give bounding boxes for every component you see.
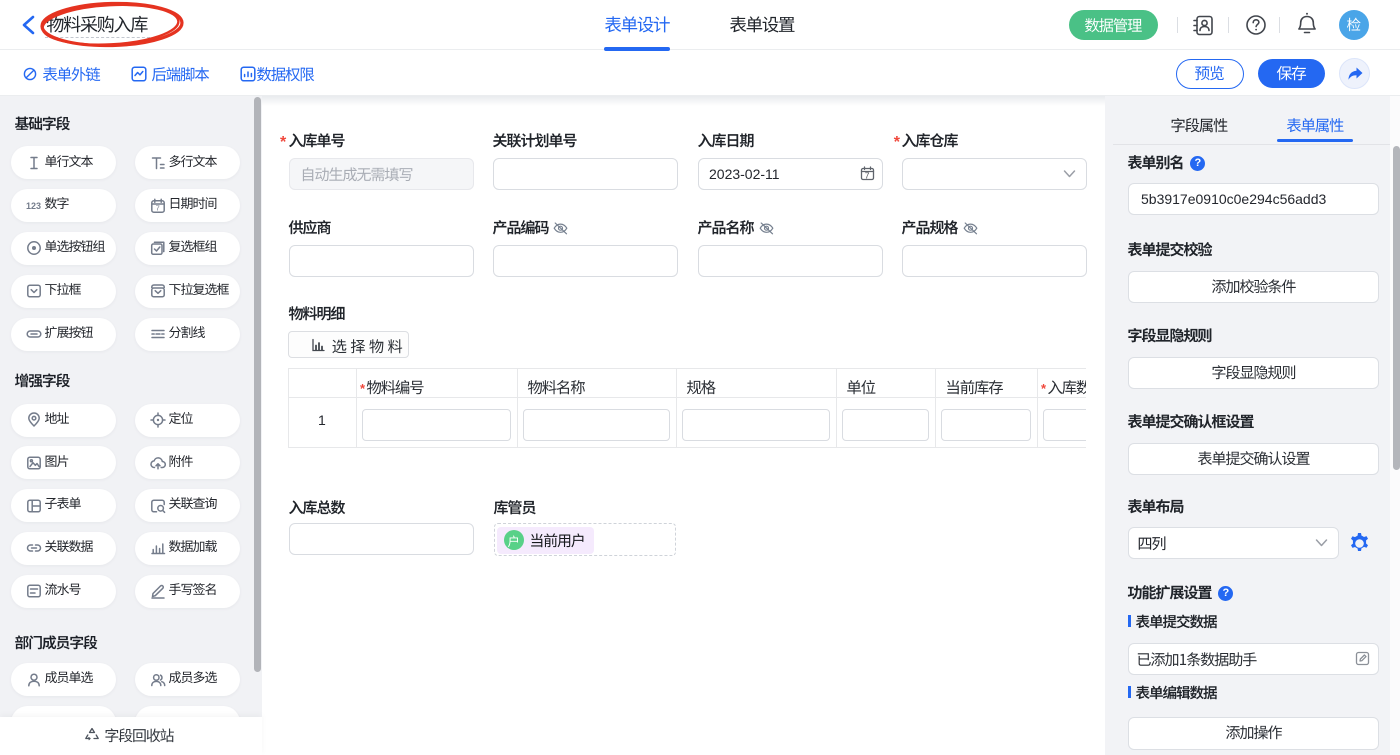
svg-text:7: 7 xyxy=(156,203,160,212)
svg-text:123: 123 xyxy=(26,201,41,211)
svg-text:7: 7 xyxy=(865,170,870,180)
